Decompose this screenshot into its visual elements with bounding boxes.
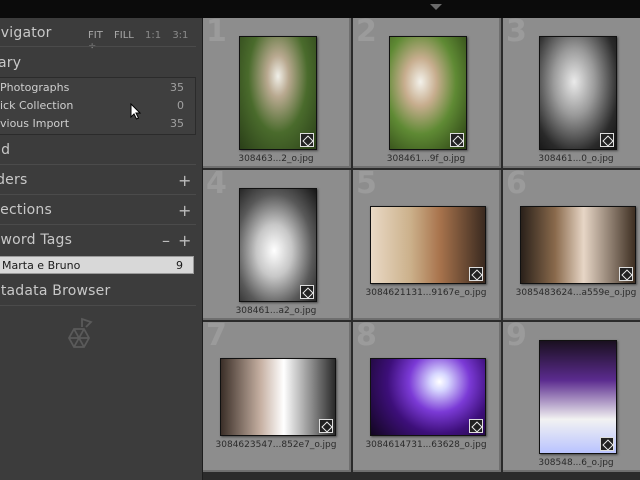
photo-grid: 1 308463...2_o.jpg 2 308461...9f_o.jpg 3… [203, 18, 640, 480]
grid-cell[interactable]: 3 308461...0_o.jpg [503, 18, 640, 168]
divider [0, 164, 196, 165]
keyword-badge-icon[interactable] [469, 267, 483, 281]
find-header[interactable]: nd [0, 139, 202, 163]
mouse-cursor-icon [130, 103, 142, 120]
add-keyword-icon[interactable]: + [178, 231, 191, 250]
grid-cell[interactable]: 8 3084614731...63628_o.jpg [353, 318, 501, 472]
grid-cell[interactable]: 1 308463...2_o.jpg [203, 18, 351, 168]
library-item-label: vious Import [0, 117, 70, 130]
keyword-tags-title: yword Tags [0, 232, 73, 248]
thumbnail-filename: 308548...6_o.jpg [538, 458, 614, 468]
navigator-zoom-options: FIT FILL 1:1 3:1 ÷ [88, 30, 202, 52]
navigator-header[interactable]: avigator FIT FILL 1:1 3:1 ÷ [0, 22, 202, 52]
folders-title: lders [0, 172, 28, 188]
library-list: Photographs 35 ick Collection 0 vious Im… [0, 77, 196, 135]
thumbnail-filename: 308463...2_o.jpg [238, 154, 314, 164]
add-folder-icon[interactable]: + [178, 171, 191, 190]
cell-index: 4 [206, 166, 227, 201]
cell-index: 7 [206, 318, 227, 353]
divider [0, 224, 196, 225]
thumbnail[interactable] [520, 206, 636, 284]
metadata-browser-header[interactable]: etadata Browser [0, 280, 202, 304]
divider [0, 305, 196, 306]
thumbnail-filename: 308461...9f_o.jpg [386, 154, 466, 164]
thumbnail-filename: 3085483624...a559e_o.jpg [515, 288, 637, 298]
grid-cell[interactable]: 4 308461...a2_o.jpg [203, 166, 351, 320]
cell-index: 9 [506, 318, 527, 353]
zoom-fit[interactable]: FIT [88, 30, 103, 41]
keyword-badge-icon[interactable] [600, 437, 614, 451]
lightroom-emblem-icon [67, 317, 93, 348]
metadata-browser-title: etadata Browser [0, 283, 111, 299]
collections-title: llections [0, 202, 53, 218]
thumbnail-filename: 308461...a2_o.jpg [235, 306, 317, 316]
keyword-badge-icon[interactable] [300, 285, 314, 299]
divider [0, 46, 196, 47]
thumbnail-filename: 3084614731...63628_o.jpg [365, 440, 487, 450]
library-header[interactable]: rary [0, 52, 202, 76]
thumbnail-filename: 3084623547...852e7_o.jpg [215, 440, 337, 450]
keyword-badge-icon[interactable] [319, 419, 333, 433]
thumbnail[interactable] [539, 36, 617, 150]
library-item-all-photographs[interactable]: Photographs 35 [0, 79, 196, 97]
library-item-previous-import[interactable]: vious Import 35 [0, 115, 196, 133]
thumbnail[interactable] [370, 206, 486, 284]
keyword-item-marta-e-bruno[interactable]: Marta e Bruno 9 [0, 256, 194, 274]
keyword-badge-icon[interactable] [450, 133, 464, 147]
cell-index: 3 [506, 18, 527, 49]
find-title: nd [0, 142, 11, 158]
zoom-fill[interactable]: FILL [114, 30, 134, 41]
thumbnail[interactable] [239, 188, 317, 302]
keyword-count: 9 [176, 259, 183, 272]
top-panel-bar[interactable] [0, 0, 640, 18]
cell-index: 6 [506, 166, 527, 201]
grid-cell[interactable]: 6 3085483624...a559e_o.jpg [503, 166, 640, 320]
library-item-label: Photographs [0, 81, 70, 94]
thumbnail[interactable] [539, 340, 617, 454]
thumbnail-filename: 3084621131...9167e_o.jpg [365, 288, 487, 298]
library-item-quick-collection[interactable]: ick Collection 0 [0, 97, 196, 115]
navigator-title: avigator [0, 25, 52, 41]
thumbnail[interactable] [370, 358, 486, 436]
thumbnail[interactable] [389, 36, 467, 150]
thumbnail-filename: 308461...0_o.jpg [538, 154, 614, 164]
divider [0, 194, 196, 195]
zoom-3-1[interactable]: 3:1 ÷ [88, 30, 188, 52]
keyword-badge-icon[interactable] [469, 419, 483, 433]
zoom-1-1[interactable]: 1:1 [145, 30, 161, 41]
grid-cell[interactable]: 9 308548...6_o.jpg [503, 318, 640, 472]
collections-header[interactable]: llections + [0, 199, 202, 223]
keyword-tags-header[interactable]: yword Tags – + [0, 229, 202, 253]
keyword-badge-icon[interactable] [619, 267, 633, 281]
library-item-count: 35 [170, 81, 184, 94]
remove-keyword-icon[interactable]: – [162, 231, 170, 250]
folders-header[interactable]: lders + [0, 169, 202, 193]
grid-cell[interactable]: 2 308461...9f_o.jpg [353, 18, 501, 168]
library-item-count: 0 [177, 99, 184, 112]
thumbnail[interactable] [239, 36, 317, 150]
library-item-count: 35 [170, 117, 184, 130]
collapse-arrow-icon[interactable] [430, 4, 442, 10]
thumbnail[interactable] [220, 358, 336, 436]
cell-index: 1 [206, 18, 227, 49]
cell-index: 2 [356, 18, 377, 49]
keyword-badge-icon[interactable] [600, 133, 614, 147]
library-title: rary [0, 55, 22, 71]
cell-index: 5 [356, 166, 377, 201]
cell-index: 8 [356, 318, 377, 353]
add-collection-icon[interactable]: + [178, 201, 191, 220]
keyword-badge-icon[interactable] [300, 133, 314, 147]
grid-cell[interactable]: 7 3084623547...852e7_o.jpg [203, 318, 351, 472]
library-item-label: ick Collection [0, 99, 74, 112]
grid-cell[interactable]: 5 3084621131...9167e_o.jpg [353, 166, 501, 320]
keyword-label: Marta e Bruno [2, 259, 81, 272]
left-panel: avigator FIT FILL 1:1 3:1 ÷ rary Photogr… [0, 18, 202, 480]
